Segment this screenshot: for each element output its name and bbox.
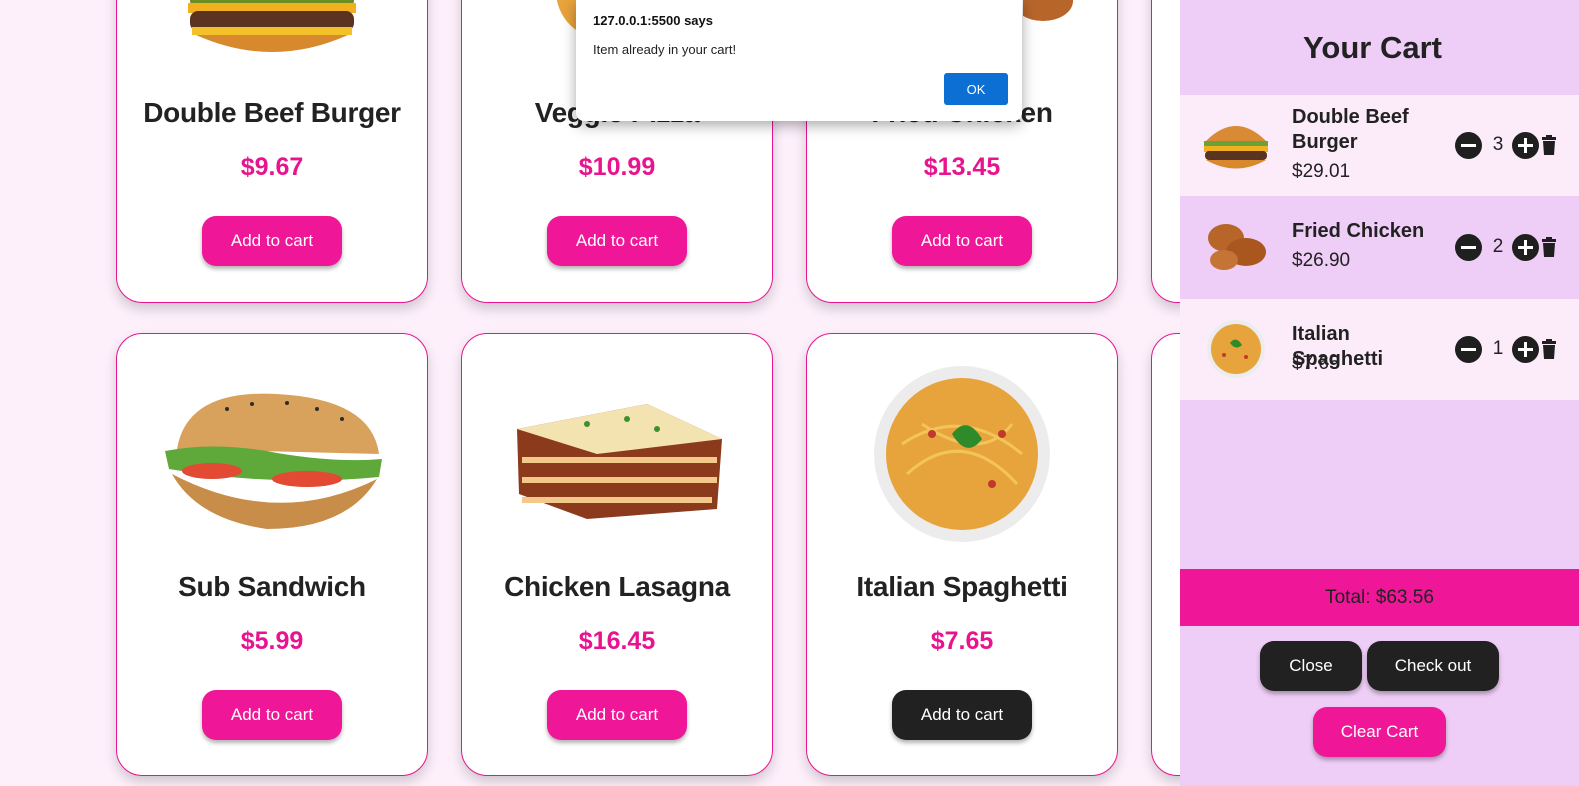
product-price: $13.45 (923, 153, 1001, 181)
alert-dialog: 127.0.0.1:5500 says Item already in your… (576, 0, 1022, 121)
alert-title: 127.0.0.1:5500 says (593, 13, 713, 28)
increase-qty-button[interactable] (1512, 132, 1539, 159)
decrease-qty-button[interactable] (1455, 132, 1482, 159)
cart-item: Italian Spaghetti $7.65 1 (1180, 299, 1579, 400)
increase-qty-button[interactable] (1512, 234, 1539, 261)
clear-cart-button[interactable]: Clear Cart (1313, 707, 1446, 757)
add-to-cart-button[interactable]: Add to cart (547, 216, 687, 266)
trash-icon[interactable] (1541, 237, 1557, 257)
product-name: Italian Spaghetti (856, 571, 1068, 602)
add-to-cart-button[interactable]: Add to cart (892, 690, 1032, 740)
cart-item-name: Double Beef Burger (1292, 106, 1409, 153)
lasagna-image (517, 404, 722, 519)
cart-item-qty: 1 (1492, 338, 1504, 359)
decrease-qty-button[interactable] (1455, 336, 1482, 363)
add-to-cart-button[interactable]: Add to cart (547, 690, 687, 740)
cart-item: Fried Chicken $26.90 2 (1180, 196, 1579, 297)
trash-icon[interactable] (1541, 135, 1557, 155)
product-price: $7.65 (930, 627, 994, 655)
sandwich-image (165, 393, 382, 529)
add-to-cart-button[interactable]: Add to cart (892, 216, 1032, 266)
product-price: $5.99 (240, 627, 304, 655)
product-card: Sub Sandwich $5.99 Add to cart (116, 333, 428, 776)
product-name: Double Beef Burger (143, 97, 401, 128)
fried-chicken-thumbnail (1208, 224, 1266, 270)
product-card: Double Beef Burger $9.67 Add to cart (116, 0, 428, 303)
decrease-qty-button[interactable] (1455, 234, 1482, 261)
trash-icon[interactable] (1541, 339, 1557, 359)
add-to-cart-button[interactable]: Add to cart (202, 216, 342, 266)
spaghetti-thumbnail (1207, 320, 1265, 378)
cart-panel: Your Cart Double Beef Burger $29.01 3 Fr… (1180, 0, 1579, 786)
alert-message: Item already in your cart! (593, 42, 737, 57)
product-price: $16.45 (578, 627, 656, 655)
product-price: $9.67 (240, 153, 304, 181)
product-card: Chicken Lasagna $16.45 Add to cart (461, 333, 773, 776)
close-cart-button[interactable]: Close (1260, 641, 1362, 691)
cart-title: Your Cart (1303, 30, 1442, 65)
burger-thumbnail (1204, 126, 1268, 169)
cart-total: Total: $63.56 (1180, 569, 1579, 626)
cart-item-name: Fried Chicken (1292, 220, 1425, 242)
product-name: Chicken Lasagna (504, 571, 730, 602)
cart-item: Double Beef Burger $29.01 3 (1180, 95, 1579, 196)
cart-item-qty: 2 (1492, 236, 1504, 257)
increase-qty-button[interactable] (1512, 336, 1539, 363)
cart-item-price: $29.01 (1292, 161, 1351, 182)
product-card: Italian Spaghetti $7.65 Add to cart (806, 333, 1118, 776)
burger-image (188, 0, 356, 52)
product-name: Sub Sandwich (178, 571, 366, 602)
checkout-button[interactable]: Check out (1367, 641, 1499, 691)
fried-chicken-image (1023, 0, 1073, 21)
cart-item-price: $26.90 (1292, 250, 1351, 271)
cart-item-price: $7.65 (1292, 353, 1340, 374)
alert-ok-button[interactable]: OK (944, 73, 1008, 105)
spaghetti-image (874, 366, 1050, 542)
cart-item-qty: 3 (1492, 134, 1504, 155)
add-to-cart-button[interactable]: Add to cart (202, 690, 342, 740)
product-price: $10.99 (578, 153, 656, 181)
